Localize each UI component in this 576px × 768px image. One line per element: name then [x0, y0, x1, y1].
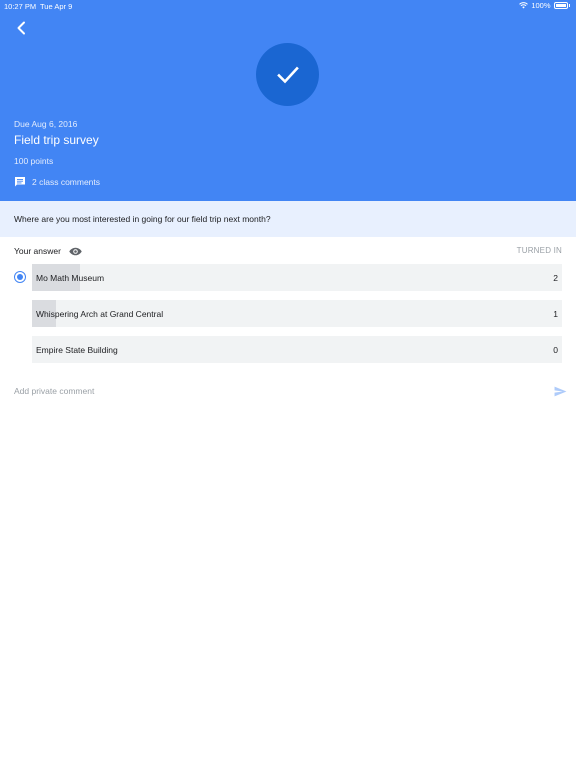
- battery-percentage: 100%: [531, 1, 551, 10]
- radio-selected-dot: [17, 274, 23, 280]
- poll-option-2[interactable]: Whispering Arch at Grand Central 1: [32, 300, 562, 327]
- chevron-left-icon: [17, 21, 25, 35]
- option-label: Mo Math Museum: [36, 272, 105, 283]
- assignment-title: Field trip survey: [14, 133, 99, 147]
- status-time: 10:27 PM: [4, 2, 37, 11]
- status-bar: 10:27 PM Tue Apr 9 100%: [0, 0, 576, 12]
- poll-option-3[interactable]: Empire State Building 0: [32, 336, 562, 363]
- option-count: 2: [553, 272, 558, 283]
- class-comments-label: 2 class comments: [32, 177, 101, 187]
- question-bar: Where are you most interested in going f…: [0, 201, 576, 237]
- turned-in-status-circle: [256, 43, 319, 106]
- comment-icon: [15, 177, 25, 187]
- due-date: Due Aug 6, 2016: [14, 119, 78, 129]
- option-label: Whispering Arch at Grand Central: [36, 308, 164, 319]
- visibility-toggle[interactable]: [69, 247, 82, 256]
- private-comment-input[interactable]: [14, 386, 514, 396]
- answer-header: Your answer TURNED IN: [14, 244, 562, 258]
- status-date: Tue Apr 9: [40, 2, 73, 11]
- option-label: Empire State Building: [36, 344, 118, 355]
- eye-icon: [69, 247, 82, 255]
- your-answer-label: Your answer: [14, 246, 61, 256]
- option-radio-1[interactable]: [14, 271, 26, 283]
- send-icon: [554, 386, 566, 396]
- option-count: 0: [553, 344, 558, 355]
- private-comment-row: [14, 382, 570, 400]
- assignment-header: 10:27 PM Tue Apr 9 100% Due Aug 6, 2016 …: [0, 0, 576, 201]
- class-comments-link[interactable]: 2 class comments: [14, 176, 100, 188]
- battery-icon: [553, 2, 568, 9]
- question-text: Where are you most interested in going f…: [14, 214, 271, 224]
- back-button[interactable]: [10, 17, 32, 39]
- turned-in-status: TURNED IN: [516, 246, 562, 255]
- wifi-icon: [519, 2, 529, 9]
- status-right: 100%: [519, 1, 570, 10]
- send-comment-button[interactable]: [552, 383, 568, 399]
- battery-tip: [568, 4, 570, 7]
- checkmark-icon: [276, 66, 299, 83]
- assignment-points: 100 points: [14, 156, 54, 166]
- option-count: 1: [553, 308, 558, 319]
- poll-option-1[interactable]: Mo Math Museum 2: [32, 264, 562, 291]
